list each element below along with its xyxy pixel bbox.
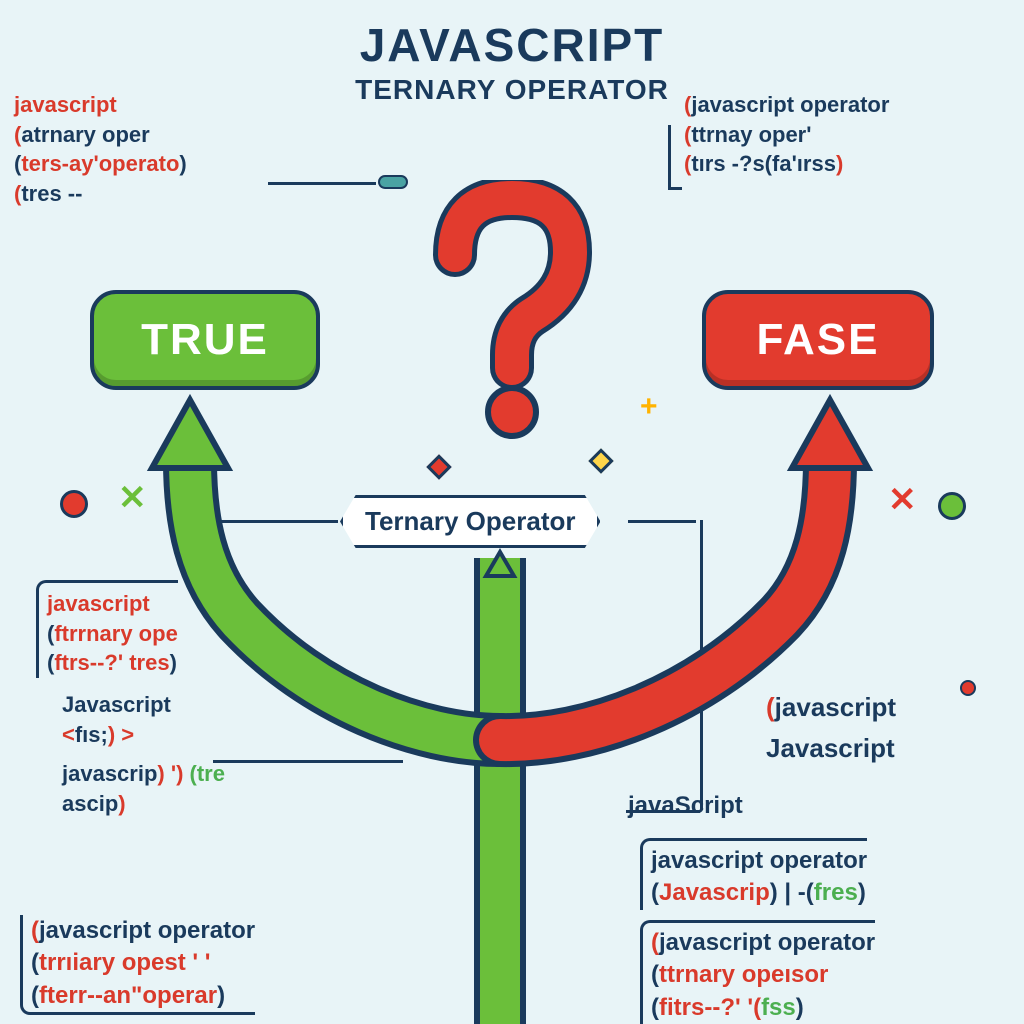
code-top-left: javascript (atrnary oper (ters-ay'operat… bbox=[14, 90, 187, 209]
code-left-mid-2: Javascript <fıs;) > javascrip) ') (tre a… bbox=[62, 690, 225, 819]
connector bbox=[213, 760, 403, 763]
x-deco: ✕ bbox=[888, 480, 917, 520]
false-pill: FASE bbox=[702, 290, 934, 390]
question-mark-icon bbox=[420, 180, 600, 440]
true-pill: TRUE bbox=[90, 290, 320, 390]
connector bbox=[178, 520, 338, 523]
x-deco: ✕ bbox=[118, 478, 147, 518]
code-right-mid-2: javaScript bbox=[628, 790, 743, 822]
dot-deco bbox=[960, 680, 976, 696]
diamond-deco bbox=[588, 448, 613, 473]
connector bbox=[268, 182, 376, 185]
code-right-mid: (javascript Javascript bbox=[766, 690, 896, 766]
code-top-right: (javascript operator (ttrnay oper' (tırs… bbox=[684, 90, 889, 179]
connector bbox=[668, 187, 682, 190]
plus-deco: + bbox=[640, 390, 658, 424]
connector bbox=[628, 520, 696, 523]
connector bbox=[668, 125, 671, 187]
center-chip: Ternary Operator bbox=[340, 495, 600, 548]
dot-deco bbox=[938, 492, 966, 520]
diamond-deco bbox=[426, 454, 451, 479]
code-left-mid: javascript (ftrrnary ope (ftrs--?' tres) bbox=[36, 580, 178, 678]
title: JAVASCRIPT bbox=[0, 0, 1024, 72]
dot-deco bbox=[60, 490, 88, 518]
code-left-bottom: (javascript operator (trrıiary opest ' '… bbox=[20, 915, 255, 1015]
code-right-bottom-1: javascript operator (Javascrip) | -(fres… bbox=[640, 838, 867, 910]
pill-deco bbox=[378, 175, 408, 189]
connector bbox=[700, 520, 703, 810]
code-right-bottom-2: (javascript operator (ttrnary opeısor (f… bbox=[640, 920, 875, 1024]
